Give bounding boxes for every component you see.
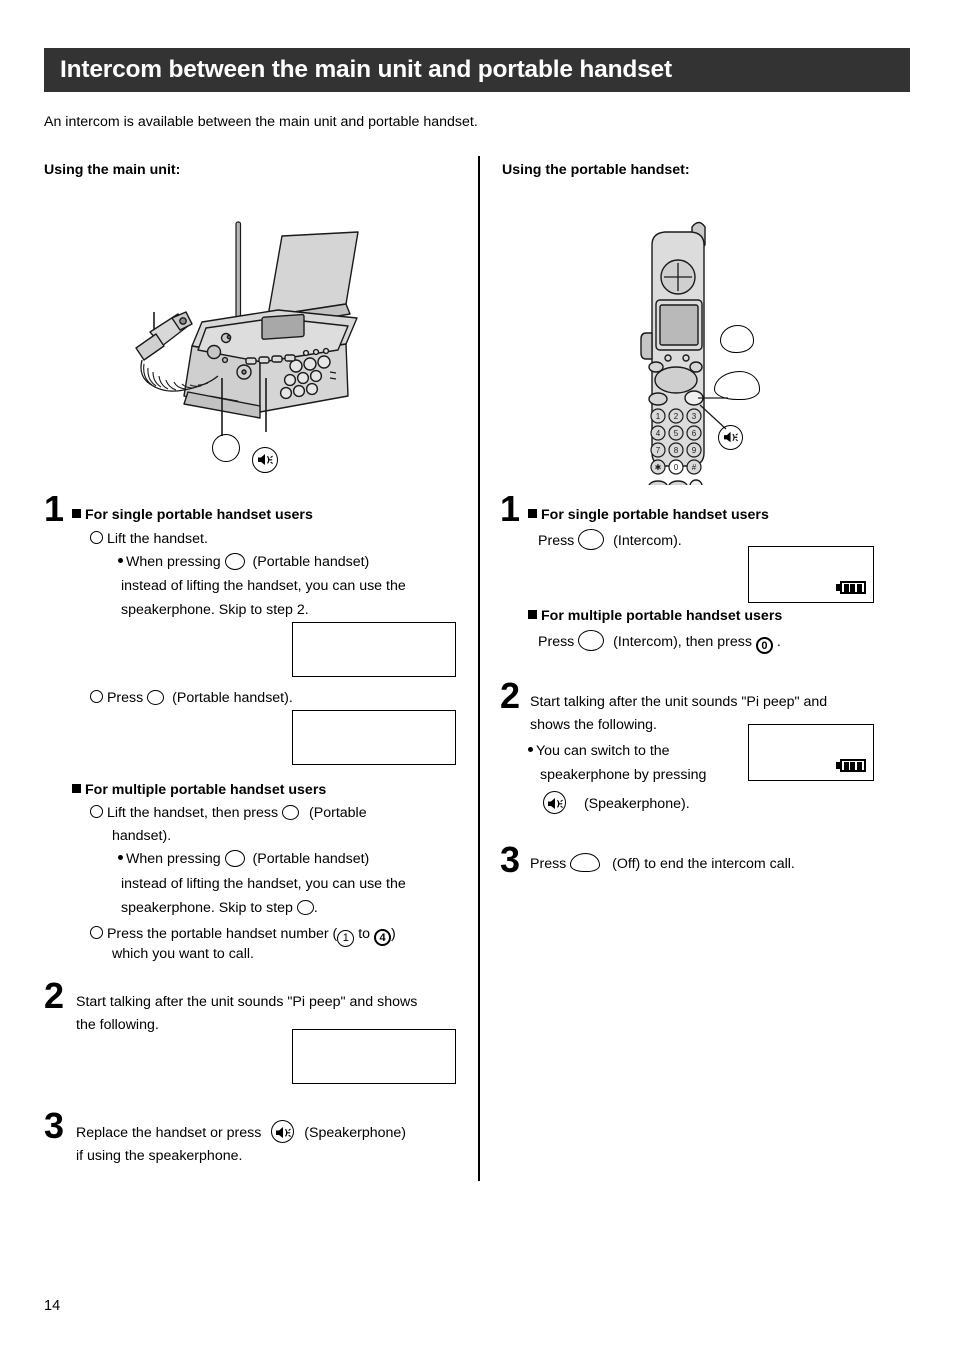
off-key-icon xyxy=(570,853,601,872)
column-divider xyxy=(478,156,480,1181)
right-step2-line1: Start talking after the unit sounds "Pi … xyxy=(530,694,828,710)
speakerphone-icon xyxy=(271,1120,295,1143)
left-step2-line1: Start talking after the unit sounds "Pi … xyxy=(76,994,418,1010)
callout-portable-handset-key xyxy=(212,434,240,462)
right-step1-group1-label: For single portable handset users xyxy=(528,503,769,528)
right-step-3-number: 3 xyxy=(500,839,521,880)
right-step1-group2-label: For multiple portable handset users xyxy=(528,604,782,629)
svg-text:6: 6 xyxy=(692,429,697,438)
dot-bullet-icon xyxy=(118,855,123,860)
svg-text:✱: ✱ xyxy=(655,463,662,472)
right-display-box-1 xyxy=(748,546,874,603)
left-step1-g2-item1-sub-l2: instead of lifting the handset, you can … xyxy=(121,876,406,892)
svg-text:0: 0 xyxy=(674,463,679,472)
left-step1-g2-item1-sub: When pressing (Portable handset) xyxy=(118,847,369,872)
right-step-2-number: 2 xyxy=(500,675,521,716)
right-display-box-2 xyxy=(748,724,874,781)
circle-bullet-icon xyxy=(90,805,103,818)
left-step2-line2: the following. xyxy=(76,1017,159,1033)
square-bullet-icon xyxy=(528,610,537,619)
left-display-box-2 xyxy=(292,710,456,765)
svg-text:1: 1 xyxy=(656,412,661,421)
callout-handset-speakerphone-icon xyxy=(718,425,743,455)
callout-intercom-key xyxy=(720,325,754,353)
circle-bullet-icon xyxy=(90,690,103,703)
svg-text:4: 4 xyxy=(656,429,661,438)
right-step2-sub2: speakerphone by pressing xyxy=(540,767,707,783)
svg-text:2: 2 xyxy=(674,412,679,421)
battery-full-icon xyxy=(835,581,866,594)
circle-bullet-icon xyxy=(90,531,103,544)
dot-bullet-icon xyxy=(528,747,533,752)
portable-handset-key-icon xyxy=(282,805,300,820)
svg-text:8: 8 xyxy=(674,446,679,455)
left-step-1-number: 1 xyxy=(44,488,65,529)
key-1-icon: 1 xyxy=(337,930,355,947)
right-step1-g1-press: Press (Intercom). xyxy=(538,529,682,554)
left-step1-group2-label: For multiple portable handset users xyxy=(72,778,326,803)
square-bullet-icon xyxy=(72,784,81,793)
left-step3-line2: if using the speakerphone. xyxy=(76,1148,243,1164)
left-step3-line1: Replace the handset or press (Speakerpho… xyxy=(76,1120,406,1146)
key-4-icon: 4 xyxy=(374,929,391,946)
right-step2-line2: shows the following. xyxy=(530,717,657,733)
step-number-key-icon xyxy=(296,900,314,915)
svg-text:7: 7 xyxy=(656,446,661,455)
speakerphone-icon xyxy=(543,791,566,814)
left-step1-g2-item1: Lift the handset, then press (Portable xyxy=(90,801,367,826)
left-step1-g2-item2-cont: which you want to call. xyxy=(112,946,254,962)
left-step1-group1-label: For single portable handset users xyxy=(72,503,313,528)
svg-text:5: 5 xyxy=(674,429,679,438)
right-column-heading: Using the portable handset: xyxy=(502,162,690,178)
right-step-1-number: 1 xyxy=(500,488,521,529)
battery-full-icon xyxy=(835,759,866,772)
left-step-2-number: 2 xyxy=(44,975,65,1016)
svg-text:3: 3 xyxy=(692,412,697,421)
portable-handset-key-icon xyxy=(224,850,245,867)
svg-text:9: 9 xyxy=(692,446,697,455)
intro-text: An intercom is available between the mai… xyxy=(44,114,478,130)
circle-bullet-icon xyxy=(90,926,103,939)
left-display-box-1 xyxy=(292,622,456,677)
callout-speakerphone-icon xyxy=(252,447,278,478)
left-step1-g1-item1-sub-l3: speakerphone. Skip to step 2. xyxy=(121,602,309,618)
square-bullet-icon xyxy=(528,509,537,518)
dot-bullet-icon xyxy=(118,558,123,563)
page-title-bar: Intercom between the main unit and porta… xyxy=(44,48,910,92)
key-0-icon: 0 xyxy=(755,637,773,654)
square-bullet-icon xyxy=(72,509,81,518)
intercom-key-icon xyxy=(578,529,605,550)
right-step1-g2-press: Press (Intercom), then press 0 . xyxy=(538,630,781,655)
left-step1-g1-item1: Lift the handset. xyxy=(90,527,208,552)
left-step1-g1-item1-sub-l2: instead of lifting the handset, you can … xyxy=(121,578,406,594)
left-step1-g1-item1-sub: When pressing (Portable handset) xyxy=(118,550,458,575)
right-step2-sub3: (Speakerphone). xyxy=(543,791,690,817)
left-step1-g2-item1-cont: handset). xyxy=(112,828,172,844)
callout-off-key xyxy=(714,371,760,400)
portable-handset-key-icon xyxy=(224,553,245,570)
page-title: Intercom between the main unit and porta… xyxy=(60,56,672,83)
left-step1-g1-item2: Press (Portable handset). xyxy=(90,686,293,711)
intercom-key-icon xyxy=(578,630,605,651)
portable-handset-key-icon xyxy=(147,690,165,705)
left-display-box-3 xyxy=(292,1029,456,1084)
left-step-3-number: 3 xyxy=(44,1105,65,1146)
right-step3-line1: Press (Off) to end the intercom call. xyxy=(530,852,795,877)
right-step2-sub1: You can switch to the xyxy=(528,739,670,764)
page-number: 14 xyxy=(44,1298,61,1314)
left-column-heading: Using the main unit: xyxy=(44,162,181,178)
svg-text:#: # xyxy=(692,463,697,472)
left-step1-g2-item1-sub-l3: speakerphone. Skip to step . xyxy=(121,900,318,916)
